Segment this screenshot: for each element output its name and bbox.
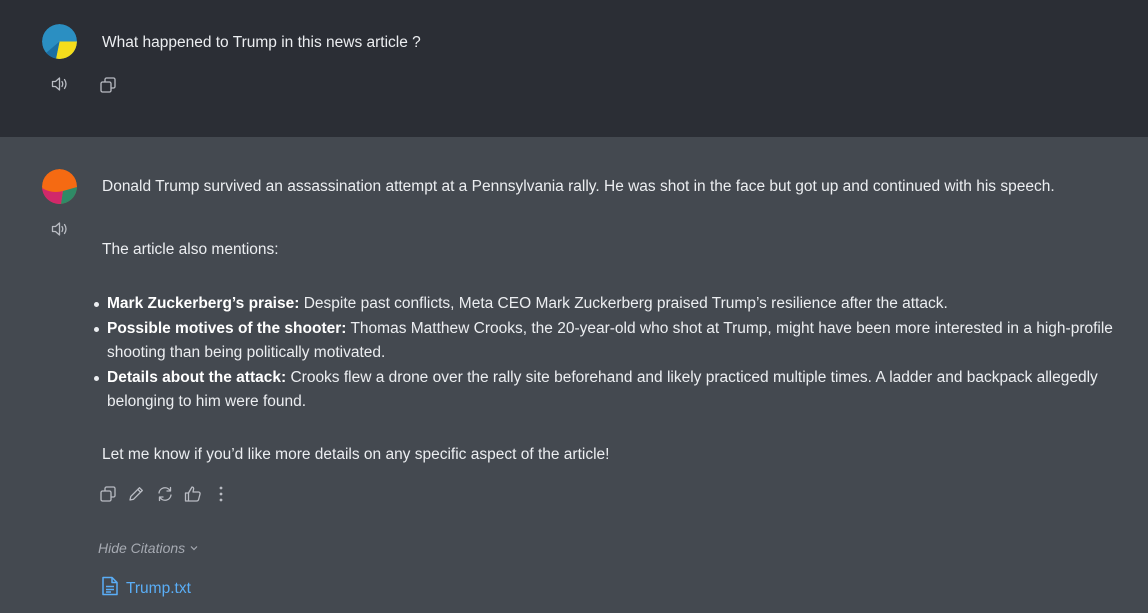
copy-icon[interactable]: [98, 484, 118, 504]
hide-citations-toggle[interactable]: Hide Citations: [98, 540, 199, 556]
thumbs-up-icon[interactable]: [183, 484, 203, 504]
list-item: Possible motives of the shooter: Thomas …: [94, 317, 1117, 366]
assistant-avatar: [42, 169, 77, 204]
assistant-message: Donald Trump survived an assassination a…: [0, 137, 1148, 613]
point-text: Despite past conflicts, Meta CEO Mark Zu…: [299, 295, 948, 312]
citation-file-name: Trump.txt: [126, 579, 191, 597]
more-icon[interactable]: [211, 484, 231, 504]
citation-file-link[interactable]: Trump.txt: [100, 575, 191, 602]
point-title: Possible motives of the shooter:: [107, 319, 347, 337]
mentions-label: The article also mentions:: [102, 241, 279, 258]
closing-text: Let me know if you’d like more details o…: [102, 446, 610, 463]
copy-icon[interactable]: [98, 75, 118, 95]
article-points-list: Mark Zuckerberg’s praise: Despite past c…: [90, 292, 1117, 415]
regenerate-icon[interactable]: [155, 484, 175, 504]
speaker-icon[interactable]: [50, 74, 70, 94]
assistant-intro-text: Donald Trump survived an assassination a…: [102, 178, 1055, 195]
list-item: Details about the attack: Crooks flew a …: [94, 366, 1117, 415]
point-title: Details about the attack:: [107, 368, 287, 386]
user-message: What happened to Trump in this news arti…: [0, 0, 1148, 137]
edit-icon[interactable]: [126, 484, 146, 504]
user-message-text: What happened to Trump in this news arti…: [102, 34, 421, 51]
user-avatar: [42, 24, 77, 59]
chevron-down-icon: [189, 540, 199, 556]
point-title: Mark Zuckerberg’s praise:: [107, 295, 300, 312]
speaker-icon[interactable]: [50, 219, 70, 239]
list-item: Mark Zuckerberg’s praise: Despite past c…: [94, 292, 1117, 317]
file-icon: [100, 575, 120, 602]
hide-citations-label: Hide Citations: [98, 540, 186, 556]
